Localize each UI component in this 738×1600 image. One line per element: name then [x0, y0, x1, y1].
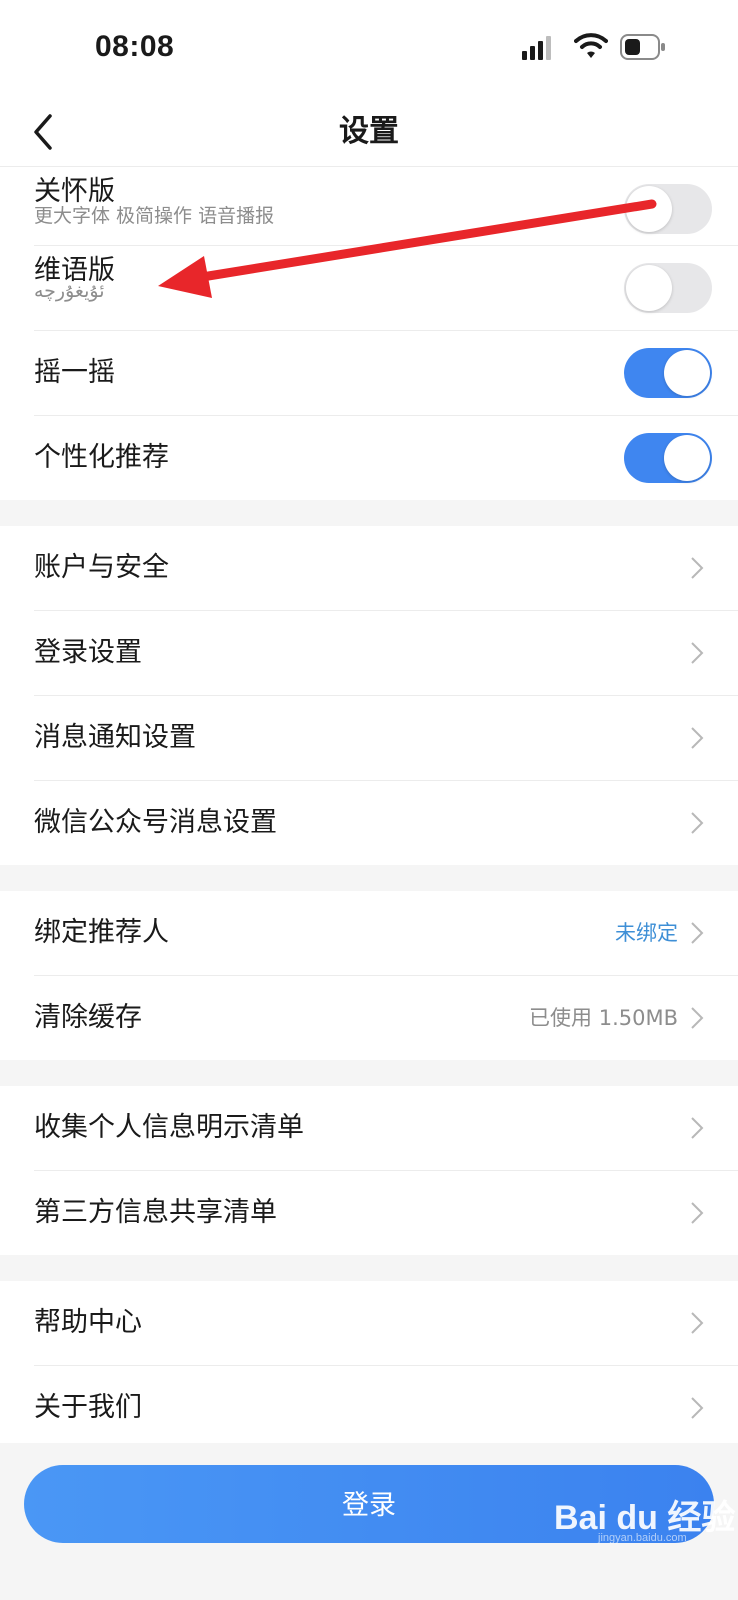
status-bar: 08:08 [0, 0, 738, 100]
privacy-group: 收集个人信息明示清单 第三方信息共享清单 [0, 1086, 738, 1255]
menu-item-clear-cache[interactable]: 清除缓存 已使用 1.50MB [34, 976, 738, 1060]
setting-row-personalized: 个性化推荐 [34, 416, 738, 500]
chevron-right-icon [691, 1202, 704, 1224]
menu-item-personal-info-list[interactable]: 收集个人信息明示清单 [34, 1086, 738, 1171]
nav-bar: 设置 [0, 100, 738, 167]
menu-item-notifications[interactable]: 消息通知设置 [34, 696, 738, 781]
menu-item-account-security[interactable]: 账户与安全 [34, 526, 738, 611]
setting-row-uyghur: 维语版 ئۇيغۇرچە [34, 246, 738, 331]
cache-size: 已使用 1.50MB [529, 1006, 678, 1030]
care-mode-toggle[interactable] [624, 184, 712, 234]
menu-item-label: 消息通知设置 [34, 722, 196, 753]
chevron-right-icon [691, 812, 704, 834]
toggle-knob [664, 350, 710, 396]
account-group: 账户与安全 登录设置 消息通知设置 微信公众号消息设置 [0, 526, 738, 865]
menu-item-label: 清除缓存 [34, 1002, 142, 1033]
menu-item-bind-referrer[interactable]: 绑定推荐人 未绑定 [34, 891, 738, 976]
menu-item-label: 关于我们 [34, 1392, 142, 1423]
menu-item-about-us[interactable]: 关于我们 [34, 1366, 738, 1450]
help-group: 帮助中心 关于我们 [0, 1281, 738, 1450]
setting-row-shake: 摇一摇 [34, 331, 738, 416]
menu-item-label: 收集个人信息明示清单 [34, 1112, 304, 1143]
chevron-right-icon [691, 727, 704, 749]
setting-label: 摇一摇 [34, 357, 115, 388]
chevron-right-icon [691, 557, 704, 579]
toggle-knob [664, 435, 710, 481]
watermark-url: jingyan.baidu.com [598, 1532, 687, 1544]
chevron-right-icon [691, 922, 704, 944]
setting-sublabel: 更大字体 极简操作 语音播报 [34, 205, 275, 227]
menu-item-login-settings[interactable]: 登录设置 [34, 611, 738, 696]
menu-item-wechat-messages[interactable]: 微信公众号消息设置 [34, 781, 738, 865]
page-title: 设置 [339, 114, 399, 149]
chevron-right-icon [691, 1397, 704, 1419]
menu-item-label: 账户与安全 [34, 552, 169, 583]
referrer-status: 未绑定 [615, 921, 678, 945]
status-time: 08:08 [95, 30, 175, 63]
toggle-knob [626, 265, 672, 311]
misc-group: 绑定推荐人 未绑定 清除缓存 已使用 1.50MB [0, 891, 738, 1060]
settings-list: 关怀版 更大字体 极简操作 语音播报 维语版 ئۇيغۇرچە 摇一摇 个性化推… [0, 167, 738, 1476]
setting-row-care-mode: 关怀版 更大字体 极简操作 语音播报 [34, 167, 738, 246]
feature-group: 关怀版 更大字体 极简操作 语音播报 维语版 ئۇيغۇرچە 摇一摇 个性化推… [0, 167, 738, 500]
menu-item-label: 微信公众号消息设置 [34, 807, 277, 838]
setting-sublabel: ئۇيغۇرچە [34, 280, 105, 302]
chevron-right-icon [691, 1007, 704, 1029]
shake-toggle[interactable] [624, 348, 712, 398]
menu-item-label: 登录设置 [34, 637, 142, 668]
signal-icon [522, 36, 551, 60]
personalized-toggle[interactable] [624, 433, 712, 483]
wifi-icon [574, 33, 608, 58]
chevron-right-icon [691, 1117, 704, 1139]
menu-item-label: 绑定推荐人 [34, 917, 169, 948]
setting-label: 个性化推荐 [34, 442, 169, 473]
toggle-knob [626, 186, 672, 232]
menu-item-third-party-list[interactable]: 第三方信息共享清单 [34, 1171, 738, 1255]
chevron-right-icon [691, 642, 704, 664]
uyghur-mode-toggle[interactable] [624, 263, 712, 313]
chevron-right-icon [691, 1312, 704, 1334]
battery-icon [620, 34, 665, 60]
menu-item-label: 帮助中心 [34, 1307, 142, 1338]
menu-item-help-center[interactable]: 帮助中心 [34, 1281, 738, 1366]
menu-item-label: 第三方信息共享清单 [34, 1197, 277, 1228]
